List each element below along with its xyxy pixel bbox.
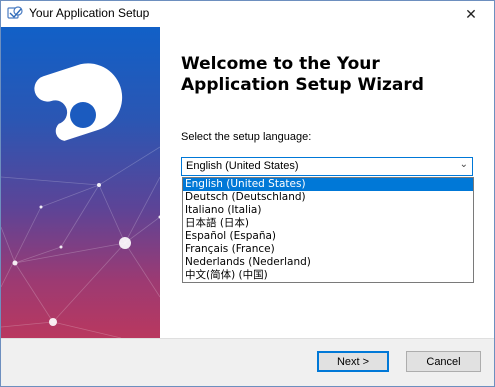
language-option[interactable]: English (United States) [183, 178, 473, 191]
language-dropdown-list[interactable]: English (United States) Deutsch (Deutsch… [182, 177, 474, 283]
page-title: Welcome to the Your Application Setup Wi… [181, 54, 424, 95]
language-option[interactable]: Español (España) [183, 230, 473, 243]
setup-window: Your Application Setup ✕ Welcome to the … [0, 0, 495, 387]
language-label: Select the setup language: [181, 131, 312, 143]
puzzle-logo-icon [34, 63, 123, 141]
window-title: Your Application Setup [29, 6, 150, 20]
setup-app-icon [7, 5, 23, 21]
chevron-down-icon[interactable]: ⌄ [460, 159, 468, 170]
language-option[interactable]: Nederlands (Nederland) [183, 256, 473, 269]
cancel-button[interactable]: Cancel [406, 351, 481, 372]
language-option[interactable]: 中文(简体) (中国) [183, 269, 473, 282]
language-option[interactable]: Français (France) [183, 243, 473, 256]
next-button[interactable]: Next > [317, 351, 389, 372]
button-bar: Next > Cancel [1, 338, 494, 386]
title-bar[interactable]: Your Application Setup ✕ [1, 1, 494, 27]
language-option[interactable]: Italiano (Italia) [183, 204, 473, 217]
language-option[interactable]: 日本語 (日本) [183, 217, 473, 230]
wizard-banner [1, 27, 160, 338]
language-select-value: English (United States) [186, 160, 299, 172]
close-icon[interactable]: ✕ [448, 1, 494, 27]
language-select[interactable]: English (United States) ⌄ [181, 157, 473, 176]
banner-network-graphic [1, 63, 160, 338]
language-option[interactable]: Deutsch (Deutschland) [183, 191, 473, 204]
